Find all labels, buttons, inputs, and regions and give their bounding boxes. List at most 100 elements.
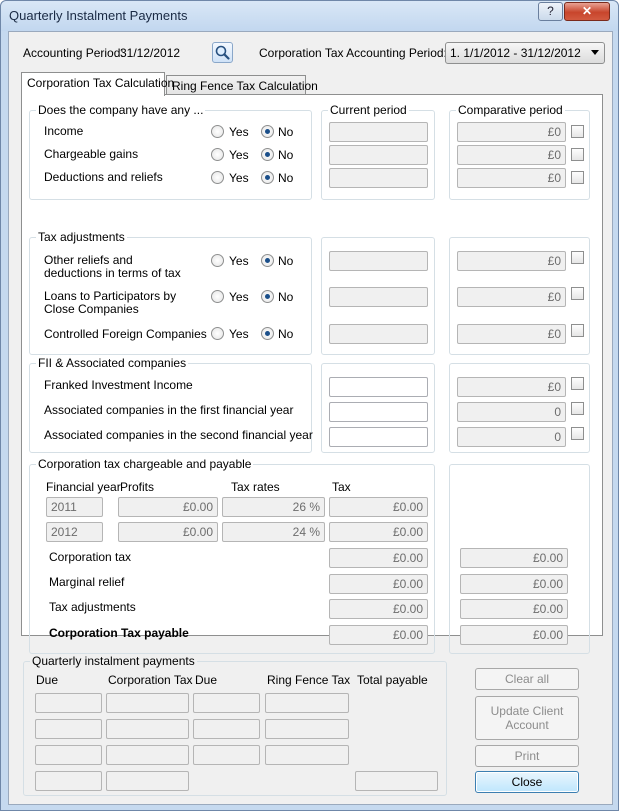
- assoc-first-year-checkbox[interactable]: [571, 402, 584, 415]
- marginal-relief-label: Marginal relief: [49, 575, 125, 589]
- loans-yes-radio[interactable]: [211, 290, 224, 303]
- update-client-account-button[interactable]: Update Client Account: [475, 696, 579, 740]
- ct-payable-comparative-field: £0.00: [460, 625, 568, 645]
- radio-yes-label: Yes: [229, 125, 249, 139]
- tax-2012-field: £0.00: [329, 522, 428, 542]
- other-reliefs-current-field[interactable]: [329, 251, 428, 271]
- gains-yes-radio[interactable]: [211, 148, 224, 161]
- radio-no-label: No: [278, 171, 294, 185]
- tab-ring-fence-tax[interactable]: Ring Fence Tax Calculation: [166, 75, 318, 96]
- tax-adjustments-current-field: £0.00: [329, 599, 428, 619]
- marginal-relief-current-field: £0.00: [329, 574, 428, 594]
- q4-ct-field: [106, 771, 189, 791]
- dialog-window: Quarterly Instalment Payments ? ✕ Accoun…: [0, 0, 619, 811]
- chargeable-gains-label: Chargeable gains: [44, 147, 139, 161]
- fy-2012-field: 2012: [46, 522, 103, 542]
- other-reliefs-yes-radio[interactable]: [211, 254, 224, 267]
- print-button[interactable]: Print: [475, 745, 579, 767]
- fii-comparative-checkbox[interactable]: [571, 377, 584, 390]
- tax-adjustments-comparative-field: £0.00: [460, 599, 568, 619]
- help-button[interactable]: ?: [538, 2, 563, 21]
- deductions-yes-radio[interactable]: [211, 171, 224, 184]
- tax-rates-header: Tax rates: [231, 480, 280, 494]
- q1-due2-field: [193, 693, 260, 713]
- q3-due2-field: [193, 745, 260, 765]
- tab-corporation-tax[interactable]: Corporation Tax Calculation: [21, 72, 174, 96]
- q1-rft-field: [265, 693, 349, 713]
- loans-comparative-checkbox[interactable]: [571, 287, 584, 300]
- fy-2011-field: 2011: [46, 497, 103, 517]
- other-reliefs-no-radio[interactable]: [261, 254, 274, 267]
- deductions-no-radio[interactable]: [261, 171, 274, 184]
- window-close-button[interactable]: ✕: [564, 2, 610, 21]
- cfc-current-field[interactable]: [329, 324, 428, 344]
- radio-no-label: No: [278, 290, 294, 304]
- q-rft-header: Ring Fence Tax: [267, 673, 351, 687]
- q3-ct-field: [106, 745, 189, 765]
- radio-yes-label: Yes: [229, 254, 249, 268]
- radio-no-label: No: [278, 327, 294, 341]
- corporation-tax-panel: Does the company have any ... Current pe…: [21, 94, 603, 654]
- q-due2-header: Due: [195, 673, 218, 687]
- corporation-tax-label: Corporation tax: [49, 550, 132, 564]
- fii-label: Franked Investment Income: [44, 378, 193, 392]
- assoc-second-year-label: Associated companies in the second finan…: [44, 428, 313, 442]
- cfc-comparative-field[interactable]: £0: [457, 324, 566, 344]
- assoc-second-year-comparative-field[interactable]: 0: [457, 427, 566, 447]
- ct-period-value: 1. 1/1/2012 - 31/12/2012: [450, 46, 581, 60]
- loans-current-field[interactable]: [329, 287, 428, 307]
- assoc-first-year-current-field[interactable]: [329, 402, 428, 422]
- radio-no-label: No: [278, 148, 294, 162]
- other-reliefs-comparative-field[interactable]: £0: [457, 251, 566, 271]
- income-label: Income: [44, 124, 84, 138]
- comparative-period-header: Comparative period: [456, 103, 565, 117]
- accounting-period-label: Accounting Period:: [23, 46, 124, 60]
- tax-adjustments-total-label: Tax adjustments: [49, 600, 136, 614]
- window-title: Quarterly Instalment Payments: [9, 8, 188, 23]
- profits-header: Profits: [120, 480, 155, 494]
- tax-header: Tax: [332, 480, 351, 494]
- q2-due-field: [35, 719, 102, 739]
- section2-title: Tax adjustments: [36, 230, 127, 244]
- cfc-label: Controlled Foreign Companies: [44, 327, 207, 341]
- income-comparative-field[interactable]: £0: [457, 122, 566, 142]
- q3-due-field: [35, 745, 102, 765]
- fii-comparative-field[interactable]: £0: [457, 377, 566, 397]
- deductions-comparative-checkbox[interactable]: [571, 171, 584, 184]
- other-reliefs-label-line1: Other reliefs and: [44, 253, 133, 267]
- ct-payable-label: Corporation Tax payable: [49, 626, 189, 640]
- close-button[interactable]: Close: [475, 771, 579, 793]
- income-no-radio[interactable]: [261, 125, 274, 138]
- loans-comparative-field[interactable]: £0: [457, 287, 566, 307]
- income-current-field[interactable]: [329, 122, 428, 142]
- income-yes-radio[interactable]: [211, 125, 224, 138]
- ct-period-dropdown[interactable]: 1. 1/1/2012 - 31/12/2012: [445, 42, 605, 64]
- assoc-first-year-comparative-field[interactable]: 0: [457, 402, 566, 422]
- assoc-second-year-checkbox[interactable]: [571, 427, 584, 440]
- search-period-button[interactable]: [212, 42, 233, 63]
- cfc-yes-radio[interactable]: [211, 327, 224, 340]
- gains-no-radio[interactable]: [261, 148, 274, 161]
- income-comparative-checkbox[interactable]: [571, 125, 584, 138]
- gains-comparative-checkbox[interactable]: [571, 148, 584, 161]
- radio-yes-label: Yes: [229, 171, 249, 185]
- fy-header: Financial year: [46, 480, 121, 494]
- profits-2012-field: £0.00: [118, 522, 218, 542]
- other-reliefs-comparative-checkbox[interactable]: [571, 251, 584, 264]
- update-button-line1: Update Client: [490, 704, 564, 718]
- cfc-no-radio[interactable]: [261, 327, 274, 340]
- gains-comparative-field[interactable]: £0: [457, 145, 566, 165]
- q2-ct-field: [106, 719, 189, 739]
- q-total-header: Total payable: [357, 673, 428, 687]
- deductions-current-field[interactable]: [329, 168, 428, 188]
- clear-all-button[interactable]: Clear all: [475, 668, 579, 690]
- gains-current-field[interactable]: [329, 145, 428, 165]
- deductions-comparative-field[interactable]: £0: [457, 168, 566, 188]
- fii-current-field[interactable]: [329, 377, 428, 397]
- q1-ct-field: [106, 693, 189, 713]
- radio-no-label: No: [278, 254, 294, 268]
- assoc-second-year-current-field[interactable]: [329, 427, 428, 447]
- cfc-comparative-checkbox[interactable]: [571, 324, 584, 337]
- loans-no-radio[interactable]: [261, 290, 274, 303]
- search-icon: [215, 45, 230, 60]
